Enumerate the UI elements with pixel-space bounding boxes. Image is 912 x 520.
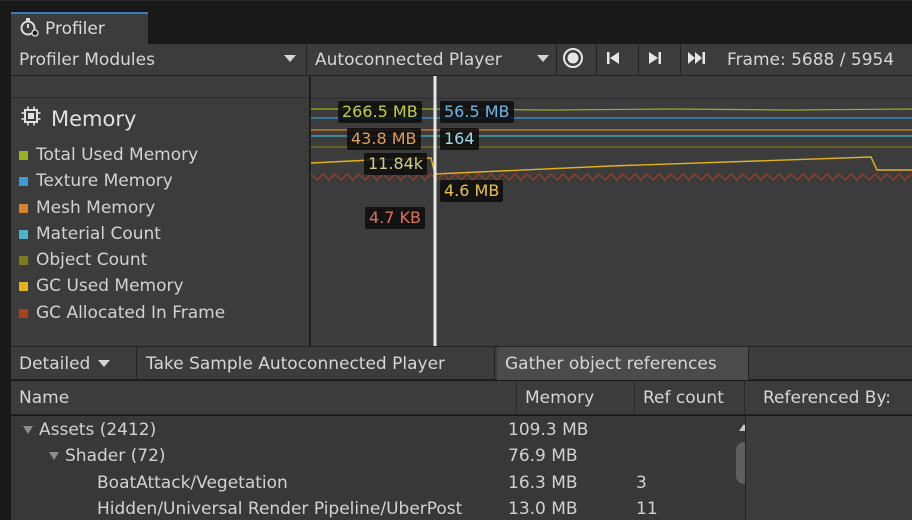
row-name: Hidden/Universal Render Pipeline/UberPos… bbox=[97, 499, 463, 519]
column-label: Name bbox=[19, 387, 70, 408]
legend-swatch bbox=[19, 255, 28, 265]
profiler-toolbar: Profiler Modules Autoconnected Player Fr… bbox=[11, 44, 912, 76]
current-frame-button[interactable] bbox=[680, 44, 712, 75]
chevron-down-icon bbox=[537, 55, 549, 62]
legend-label: GC Used Memory bbox=[36, 276, 184, 296]
legend-swatch bbox=[19, 176, 28, 186]
chart-value-label-texture-memory: 56.5 MB bbox=[440, 101, 514, 123]
row-memory: 13.0 MB bbox=[508, 499, 578, 519]
table-row[interactable]: BoatAttack/Vegetation 16.3 MB 3 bbox=[11, 471, 744, 497]
profiler-modules-label: Profiler Modules bbox=[19, 49, 155, 70]
profiler-window: Profiler Profiler Modules Autoconnected … bbox=[0, 0, 912, 520]
chart-value-label-mesh-memory: 43.8 MB bbox=[347, 128, 421, 150]
chart-value-label-object-count: 11.84k bbox=[364, 153, 428, 175]
tab-bar: Profiler bbox=[0, 5, 912, 44]
chevron-down-icon bbox=[284, 55, 296, 62]
tab-profiler[interactable]: Profiler bbox=[11, 12, 148, 44]
chart-value-label-total-used-memory: 266.5 MB bbox=[338, 101, 422, 123]
column-header-referenced-by[interactable]: Referenced By: bbox=[755, 381, 912, 414]
table-row[interactable]: Shader (72) 76.9 MB bbox=[11, 444, 744, 470]
chip-icon bbox=[21, 106, 41, 131]
step-back-icon bbox=[605, 50, 621, 70]
column-label: Memory bbox=[525, 387, 595, 408]
legend-label: Object Count bbox=[36, 250, 148, 270]
chart-value-label-gc-allocated-in-frame: 4.7 KB bbox=[365, 207, 425, 229]
legend-item-mesh-memory[interactable]: Mesh Memory bbox=[19, 197, 155, 219]
previous-frame-button[interactable] bbox=[596, 44, 628, 75]
legend-item-gc-allocated-in-frame[interactable]: GC Allocated In Frame bbox=[19, 302, 225, 324]
table-row[interactable]: Hidden/Universal Render Pipeline/UberPos… bbox=[11, 497, 744, 520]
target-player-label: Autoconnected Player bbox=[315, 49, 502, 70]
gather-label: Gather object references bbox=[505, 353, 717, 374]
legend-item-gc-used-memory[interactable]: GC Used Memory bbox=[19, 275, 184, 297]
row-memory: 76.9 MB bbox=[508, 446, 578, 466]
skip-to-end-icon bbox=[687, 50, 707, 70]
value-text: 4.6 MB bbox=[444, 181, 500, 200]
chevron-down-icon bbox=[98, 360, 111, 367]
frame-counter: Frame: 5688 / 5954 bbox=[727, 49, 895, 70]
memory-title-label: Memory bbox=[51, 106, 137, 131]
row-memory: 16.3 MB bbox=[508, 473, 578, 493]
legend-label: GC Allocated In Frame bbox=[36, 303, 226, 323]
legend-swatch bbox=[19, 281, 28, 291]
step-forward-icon bbox=[647, 50, 663, 70]
memory-chart[interactable]: 266.5 MB 56.5 MB 43.8 MB 164 11.84k 4.6 … bbox=[310, 76, 912, 346]
row-name: Shader (72) bbox=[65, 446, 166, 466]
chart-value-label-material-count: 164 bbox=[440, 128, 479, 150]
legend-swatch bbox=[19, 308, 28, 318]
value-text: 164 bbox=[444, 129, 475, 148]
row-memory: 109.3 MB bbox=[508, 420, 589, 440]
legend-swatch bbox=[19, 203, 28, 213]
legend-swatch bbox=[19, 229, 28, 239]
legend-swatch bbox=[19, 150, 28, 160]
view-mode-label: Detailed bbox=[19, 353, 91, 374]
row-ref-count: 3 bbox=[636, 473, 647, 493]
row-name: Assets (2412) bbox=[39, 420, 157, 440]
tab-title: Profiler bbox=[45, 19, 105, 39]
expand-triangle-icon[interactable] bbox=[49, 452, 59, 460]
record-button[interactable] bbox=[556, 44, 588, 75]
memory-module-title[interactable]: Memory bbox=[21, 106, 136, 131]
next-frame-button[interactable] bbox=[638, 44, 670, 75]
value-text: 43.8 MB bbox=[351, 129, 417, 148]
row-ref-count: 11 bbox=[636, 499, 658, 519]
profiler-modules-dropdown[interactable]: Profiler Modules bbox=[11, 44, 307, 75]
value-text: 56.5 MB bbox=[444, 102, 510, 121]
referenced-by-panel bbox=[745, 416, 912, 520]
chart-value-label-gc-used-memory: 4.6 MB bbox=[440, 180, 504, 202]
value-text: 266.5 MB bbox=[342, 102, 418, 121]
legend-label: Material Count bbox=[36, 224, 161, 244]
column-header-name[interactable]: Name bbox=[11, 381, 517, 414]
memory-object-tree: Assets (2412) 109.3 MB Shader (72) 76.9 … bbox=[11, 416, 755, 520]
legend-item-material-count[interactable]: Material Count bbox=[19, 223, 161, 245]
column-label: Referenced By: bbox=[763, 387, 892, 408]
table-header: Name Memory Ref count Referenced By: bbox=[11, 381, 912, 415]
take-sample-button[interactable]: Take Sample Autoconnected Player bbox=[138, 347, 495, 380]
table-row[interactable]: Assets (2412) 109.3 MB bbox=[11, 418, 744, 444]
memory-module-legend: Memory Total Used Memory Texture Memory … bbox=[11, 76, 309, 346]
legend-label: Texture Memory bbox=[36, 171, 173, 191]
expand-triangle-icon[interactable] bbox=[23, 426, 33, 434]
column-header-memory[interactable]: Memory bbox=[517, 381, 635, 414]
memory-details-toolbar: Detailed Take Sample Autoconnected Playe… bbox=[11, 346, 912, 380]
legend-item-total-used-memory[interactable]: Total Used Memory bbox=[19, 144, 198, 166]
stopwatch-icon bbox=[19, 17, 39, 41]
row-name: BoatAttack/Vegetation bbox=[97, 473, 288, 493]
column-label: Ref count bbox=[643, 387, 724, 408]
value-text: 4.7 KB bbox=[369, 208, 421, 227]
legend-header-strip bbox=[11, 76, 309, 98]
value-text: 11.84k bbox=[368, 154, 424, 173]
take-sample-label: Take Sample Autoconnected Player bbox=[146, 353, 446, 374]
record-icon bbox=[562, 47, 584, 73]
view-mode-dropdown[interactable]: Detailed bbox=[11, 347, 137, 380]
legend-label: Mesh Memory bbox=[36, 198, 156, 218]
target-player-dropdown[interactable]: Autoconnected Player bbox=[311, 44, 555, 75]
gather-object-references-toggle[interactable]: Gather object references bbox=[497, 347, 749, 380]
column-header-ref-count[interactable]: Ref count bbox=[635, 381, 745, 414]
legend-item-object-count[interactable]: Object Count bbox=[19, 249, 147, 271]
legend-label: Total Used Memory bbox=[36, 145, 199, 165]
legend-item-texture-memory[interactable]: Texture Memory bbox=[19, 170, 173, 192]
